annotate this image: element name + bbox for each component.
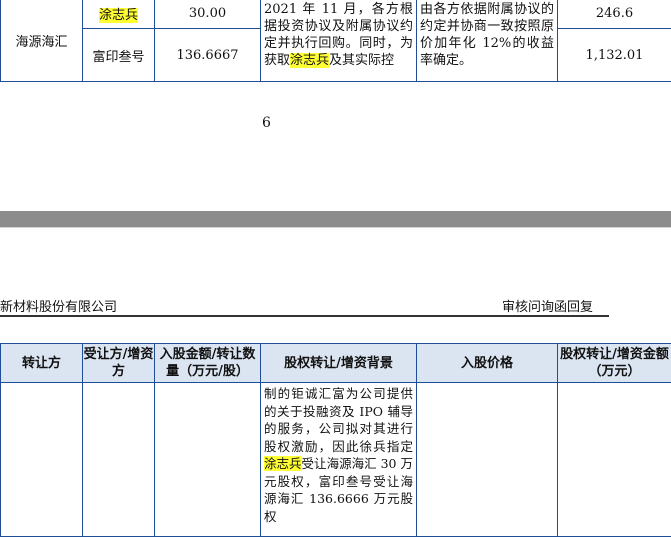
background-cell: 制的钜诚汇富为公司提供的关于投融资及 IPO 辅导的服务，公司拟对其进行股权激励… xyxy=(261,383,417,537)
transferee-cell: 富印叁号 xyxy=(83,29,155,82)
value-cell xyxy=(558,383,671,537)
highlighted-name: 涂志兵 xyxy=(99,8,138,23)
col-header-amount: 入股金额/转让数量（万元/股） xyxy=(155,344,261,383)
company-name: 新材料股份有限公司 xyxy=(0,296,117,315)
col-header-value: 股权转让/增资金额（万元） xyxy=(558,344,671,383)
col-header-transferee: 受让方/增资方 xyxy=(83,344,155,383)
transferor-cell: 海源海汇 xyxy=(1,0,83,82)
col-header-transferor: 转让方 xyxy=(1,344,83,383)
amount-cell: 136.6667 xyxy=(155,29,261,82)
amount-cell xyxy=(155,383,261,537)
page-divider-shadow xyxy=(0,227,671,228)
page-number: 6 xyxy=(262,115,271,131)
transferee-cell: 涂志兵 xyxy=(83,0,155,29)
col-header-background: 股权转让/增资背景 xyxy=(261,344,417,383)
price-cell: 由各方依据附属协议的约定并协商一致按照原价加年化 12%的收益率确定。 xyxy=(417,0,558,82)
value-cell: 1,132.01 xyxy=(558,29,671,82)
transferee-cell xyxy=(83,383,155,537)
price-cell xyxy=(417,383,558,537)
amount-cell: 30.00 xyxy=(155,0,261,29)
highlighted-name: 涂志兵 xyxy=(290,53,329,68)
page-divider xyxy=(0,211,671,227)
col-header-price: 入股价格 xyxy=(417,344,558,383)
top-table: 海源海汇 涂志兵 30.00 2021 年 11 月，各方根据投资协议及附属协议… xyxy=(0,0,671,82)
transferor-cell xyxy=(1,383,83,537)
document-title: 审核问询函回复 xyxy=(502,296,593,315)
value-cell: 246.6 xyxy=(558,0,671,29)
header-rule xyxy=(0,315,609,317)
highlighted-name: 涂志兵 xyxy=(264,456,302,471)
background-cell: 2021 年 11 月，各方根据投资协议及附属协议约定并执行回购。同时，为获取涂… xyxy=(261,0,417,82)
bottom-table: 转让方 受让方/增资方 入股金额/转让数量（万元/股） 股权转让/增资背景 入股… xyxy=(0,343,671,537)
